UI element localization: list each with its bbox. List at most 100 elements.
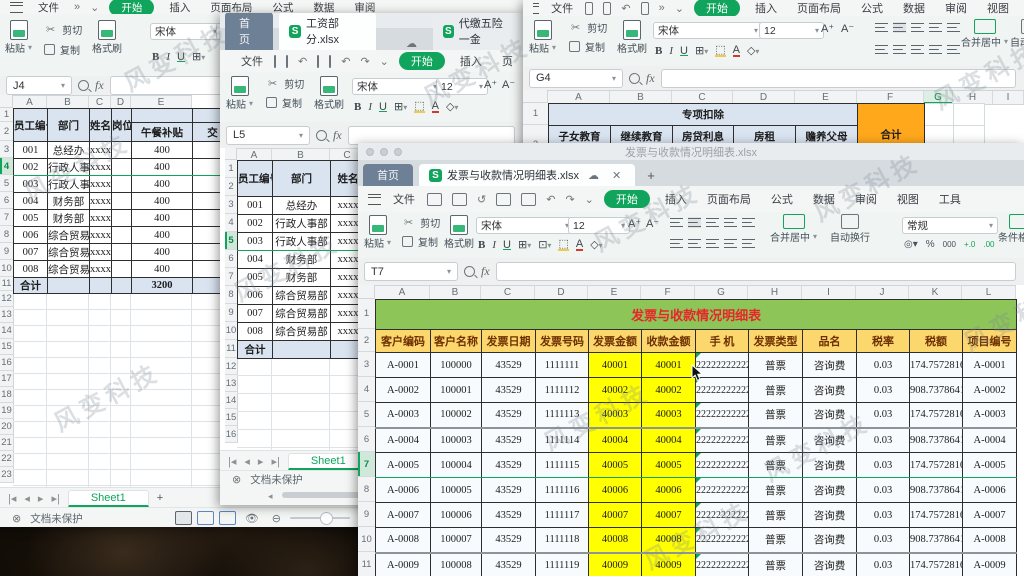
- cell[interactable]: 1111111: [536, 353, 589, 378]
- align-middle-icon[interactable]: [688, 217, 701, 228]
- close-icon[interactable]: ✕: [608, 169, 625, 182]
- underline-button[interactable]: U: [379, 101, 387, 113]
- font-size-select[interactable]: 12▾: [436, 78, 488, 95]
- row-header-10[interactable]: 10: [225, 322, 237, 340]
- column-header-K[interactable]: K: [909, 286, 962, 300]
- copy-button[interactable]: 复制: [42, 42, 82, 57]
- cell[interactable]: 001: [238, 197, 273, 215]
- menu-file[interactable]: 文件: [236, 53, 268, 69]
- cell[interactable]: 2222222222222: [696, 453, 749, 478]
- merge-center-button[interactable]: 合并居中▾: [770, 214, 817, 244]
- cell[interactable]: 咨询费: [803, 378, 857, 403]
- cell[interactable]: 40007: [589, 503, 642, 528]
- cell[interactable]: 综合贸易部: [48, 244, 90, 261]
- cell[interactable]: [112, 193, 132, 210]
- row-header-11[interactable]: 11: [358, 552, 375, 576]
- fill-color-button[interactable]: ⬚: [715, 45, 725, 57]
- sheet-tab[interactable]: Sheet1: [68, 490, 149, 507]
- cell[interactable]: [112, 261, 132, 278]
- row-header-1[interactable]: 1: [523, 103, 548, 125]
- cell[interactable]: 003: [238, 233, 273, 251]
- cell[interactable]: 100003: [431, 428, 482, 453]
- italic-button[interactable]: I: [492, 239, 496, 251]
- cell[interactable]: 咨询费: [803, 478, 857, 503]
- font-size-select[interactable]: 12▾: [759, 22, 824, 39]
- print-icon[interactable]: [641, 2, 649, 15]
- cell[interactable]: 40009: [589, 553, 642, 576]
- cell[interactable]: 100002: [431, 403, 482, 428]
- cell[interactable]: 43529: [482, 453, 536, 478]
- cell[interactable]: xxxx: [90, 159, 112, 176]
- menu-page-layout[interactable]: 页面布局: [698, 191, 760, 207]
- merge-center-button[interactable]: 合并居中▾: [961, 19, 1008, 49]
- cell[interactable]: [48, 278, 90, 294]
- fx-icon[interactable]: fx: [95, 78, 104, 93]
- row-header-21[interactable]: 21: [0, 435, 13, 451]
- cell[interactable]: 43529: [482, 503, 536, 528]
- row-header-20[interactable]: 20: [0, 419, 13, 435]
- column-title-11[interactable]: 项目编号: [963, 330, 1017, 353]
- font-color-button[interactable]: A: [733, 45, 740, 57]
- font-color-button[interactable]: A: [576, 239, 583, 251]
- prev-sheet-icon[interactable]: ◂: [244, 455, 250, 468]
- cell[interactable]: 908.7378641: [910, 378, 963, 403]
- borders-button[interactable]: ⊞▾: [518, 238, 531, 251]
- menu-file[interactable]: 文件: [29, 0, 68, 15]
- conditional-format-button[interactable]: 条件格式: [998, 214, 1024, 244]
- cell[interactable]: 0.03: [857, 353, 910, 378]
- row-header-13[interactable]: 13: [0, 307, 13, 323]
- name-box[interactable]: J4▾: [6, 76, 72, 95]
- menu-view[interactable]: 视图: [978, 0, 1018, 16]
- cell[interactable]: 1111119: [536, 553, 589, 576]
- cut-button[interactable]: ✂剪切: [42, 22, 82, 37]
- zoom-out-icon[interactable]: ⊖: [268, 512, 285, 525]
- col-header-department[interactable]: 部门: [273, 161, 331, 197]
- cell[interactable]: 174.7572816: [910, 503, 963, 528]
- column-header-D[interactable]: D: [535, 286, 588, 300]
- more-icon[interactable]: »: [655, 2, 669, 14]
- column-header-G[interactable]: G: [695, 286, 748, 300]
- grow-font-button[interactable]: A⁺: [484, 78, 497, 91]
- cell[interactable]: A-0005: [376, 453, 431, 478]
- fill-color-button[interactable]: ⬚: [414, 101, 424, 113]
- cell[interactable]: 100006: [431, 503, 482, 528]
- row-header-13[interactable]: 13: [225, 375, 237, 392]
- menu-insert[interactable]: 插入: [656, 191, 696, 207]
- cell[interactable]: 007: [238, 305, 273, 323]
- decrease-indent-icon[interactable]: [929, 22, 942, 33]
- cell[interactable]: 400: [132, 210, 193, 227]
- cell[interactable]: 100000: [431, 353, 482, 378]
- copy-button[interactable]: 复制: [400, 234, 440, 249]
- page-break-view-icon[interactable]: [219, 511, 236, 525]
- cell[interactable]: 咨询费: [803, 528, 857, 553]
- cell[interactable]: 006: [14, 227, 48, 244]
- cell[interactable]: [954, 104, 985, 126]
- row-header-8[interactable]: 8: [225, 286, 237, 304]
- format-painter-button[interactable]: 格式刷: [617, 20, 647, 55]
- hamburger-icon[interactable]: [533, 3, 539, 14]
- underline-button[interactable]: U: [680, 45, 688, 57]
- cell[interactable]: 0.03: [857, 553, 910, 576]
- column-title-9[interactable]: 税率: [857, 330, 910, 353]
- row-header-11[interactable]: 11: [225, 340, 237, 358]
- row-header-12[interactable]: 12: [225, 358, 237, 375]
- cell[interactable]: 普票: [749, 503, 803, 528]
- cut-button[interactable]: ✂剪切: [567, 20, 607, 35]
- cell[interactable]: 002: [14, 159, 48, 176]
- row-header-2[interactable]: 2: [225, 178, 237, 196]
- row-header-15[interactable]: 15: [0, 339, 13, 355]
- italic-button[interactable]: I: [368, 101, 372, 113]
- cell[interactable]: 40004: [642, 428, 696, 453]
- cell[interactable]: 总经办: [273, 197, 331, 215]
- col-header-position[interactable]: 岗位: [112, 109, 132, 142]
- cell[interactable]: 普票: [749, 478, 803, 503]
- menu-file[interactable]: 文件: [387, 191, 421, 207]
- zoom-slider-knob[interactable]: [320, 512, 333, 525]
- col-header-employee-id[interactable]: 员工编号: [14, 109, 48, 142]
- preview-icon[interactable]: [329, 55, 331, 68]
- cell[interactable]: 2222222222222: [696, 478, 749, 503]
- history-icon[interactable]: ↺: [473, 193, 490, 206]
- preview-icon[interactable]: [521, 193, 536, 206]
- cell[interactable]: xxxx: [90, 142, 112, 159]
- col-header-name[interactable]: 姓名: [90, 109, 112, 142]
